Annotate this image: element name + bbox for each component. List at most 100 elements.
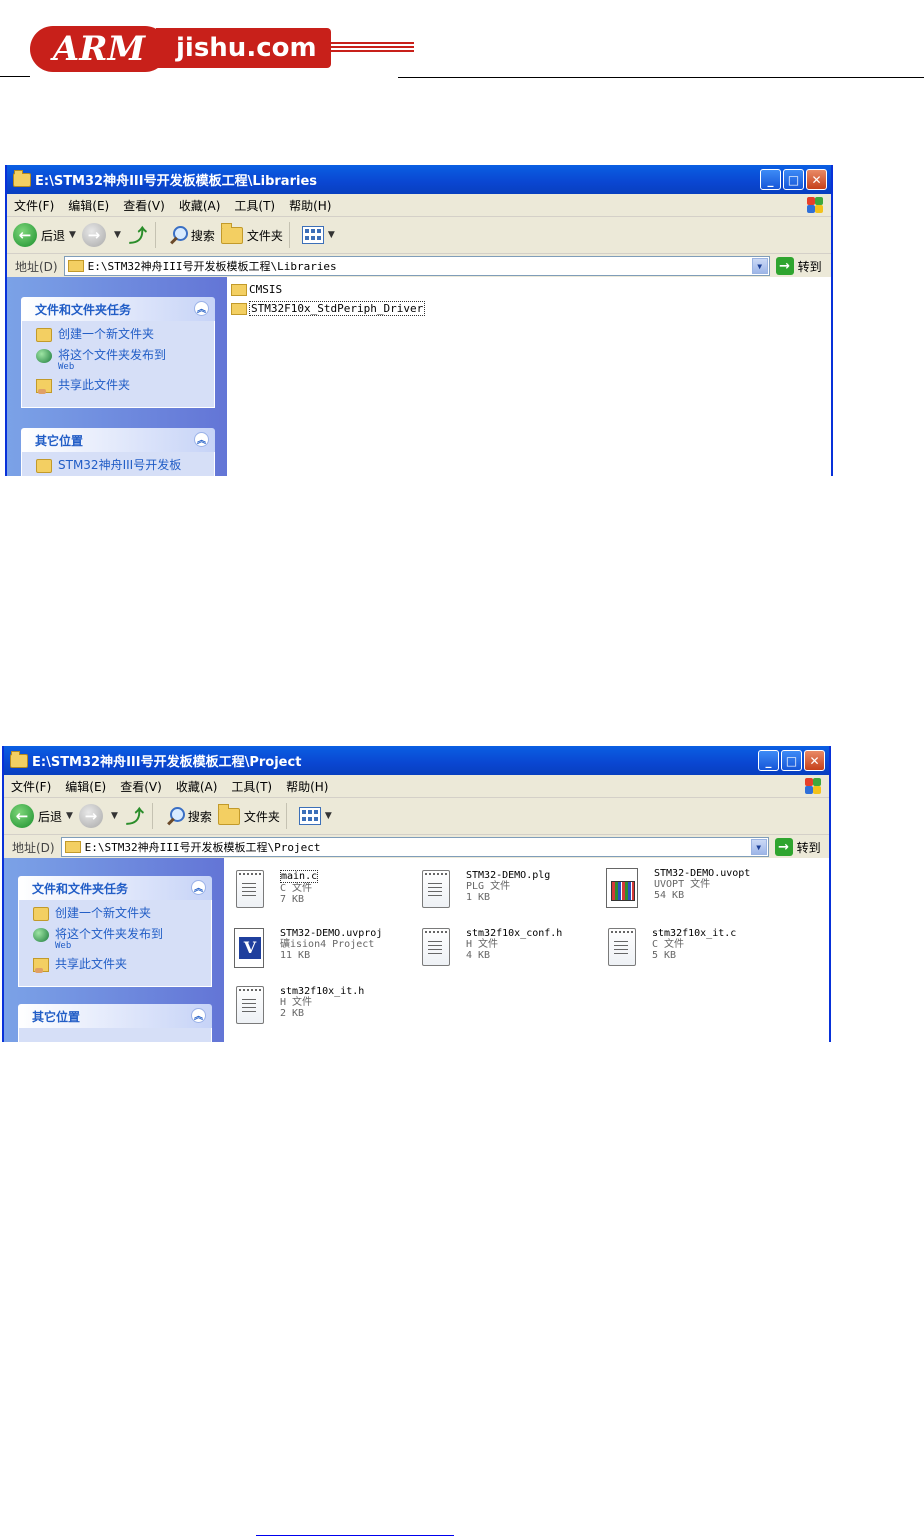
file-tile[interactable]: stm32f10x_it.c C 文件 5 KB — [608, 928, 736, 966]
file-tasks-header[interactable]: 文件和文件夹任务 ︽ — [18, 876, 212, 900]
address-input[interactable]: E:\STM32神舟III号开发板模板工程\Libraries ▼ — [63, 256, 770, 276]
header-rule-right — [398, 77, 924, 78]
collapse-icon[interactable]: ︽ — [194, 432, 209, 447]
task-share-folder[interactable]: 共享此文件夹 — [36, 378, 206, 394]
other-places-header[interactable]: 其它位置 ︽ — [18, 1004, 212, 1028]
menu-tools[interactable]: 工具(T) — [224, 778, 279, 795]
forward-button[interactable]: → ▼ — [81, 223, 121, 247]
menu-favorites[interactable]: 收藏(A) — [172, 197, 228, 214]
file-tile[interactable]: stm32f10x_it.h H 文件 2 KB — [236, 986, 364, 1024]
back-dropdown-icon[interactable]: ▼ — [69, 230, 76, 240]
collapse-icon[interactable]: ︽ — [194, 301, 209, 316]
minimize-button[interactable]: _ — [760, 169, 781, 190]
title-bar[interactable]: E:\STM32神舟III号开发板模板工程\Project _ □ ✕ — [4, 746, 829, 775]
go-button[interactable]: → 转到 — [775, 257, 822, 275]
address-bar: 地址(D) E:\STM32神舟III号开发板模板工程\Project ▼ → … — [4, 835, 829, 860]
menu-tools[interactable]: 工具(T) — [227, 197, 282, 214]
task-new-folder[interactable]: 创建一个新文件夹 — [36, 327, 206, 342]
toolbar-separator — [288, 222, 290, 248]
menu-help[interactable]: 帮助(H) — [282, 197, 338, 214]
search-label: 搜索 — [190, 228, 215, 243]
address-input[interactable]: E:\STM32神舟III号开发板模板工程\Project ▼ — [60, 837, 769, 857]
other-place-item[interactable]: STM32神舟III号开发板 — [36, 458, 206, 473]
collapse-icon[interactable]: ︽ — [191, 1008, 206, 1023]
forward-dropdown-icon[interactable]: ▼ — [114, 230, 121, 240]
menu-edit[interactable]: 编辑(E) — [58, 778, 113, 795]
file-tile[interactable]: STM32-DEMO.uvopt UVOPT 文件 54 KB — [606, 868, 750, 908]
forward-button[interactable]: → ▼ — [78, 804, 118, 828]
task-new-folder[interactable]: 创建一个新文件夹 — [33, 906, 203, 921]
explorer-window-project: E:\STM32神舟III号开发板模板工程\Project _ □ ✕ 文件(F… — [2, 746, 831, 1042]
menu-edit[interactable]: 编辑(E) — [61, 197, 116, 214]
chevron-down-icon[interactable]: ▼ — [751, 258, 768, 274]
views-button[interactable]: ▼ — [301, 226, 335, 244]
back-button[interactable]: ← 后退 ▼ — [10, 804, 73, 828]
task-publish-web[interactable]: 将这个文件夹发布到 Web — [36, 348, 206, 372]
task-share-folder[interactable]: 共享此文件夹 — [33, 957, 203, 973]
toolbar: ← 后退 ▼ → ▼ ⤴ 搜索 文件夹 ▼ — [4, 798, 829, 835]
folders-label: 文件夹 — [246, 228, 283, 243]
file-tile[interactable]: STM32-DEMO.plg PLG 文件 1 KB — [422, 870, 550, 908]
folder-icon — [231, 283, 247, 296]
maximize-button[interactable]: □ — [781, 750, 802, 771]
footer-link-underline[interactable] — [256, 1535, 454, 1536]
views-icon — [301, 226, 324, 244]
back-arrow-icon: ← — [10, 804, 34, 828]
views-button[interactable]: ▼ — [298, 807, 332, 825]
folders-icon — [217, 803, 240, 825]
menu-file[interactable]: 文件(F) — [7, 197, 61, 214]
task-publish-web[interactable]: 将这个文件夹发布到 Web — [33, 927, 203, 951]
folders-button[interactable]: 文件夹 — [217, 803, 280, 825]
other-places-header[interactable]: 其它位置 ︽ — [21, 428, 215, 452]
maximize-button[interactable]: □ — [783, 169, 804, 190]
menu-file[interactable]: 文件(F) — [4, 778, 58, 795]
back-dropdown-icon[interactable]: ▼ — [66, 811, 73, 821]
go-arrow-icon: → — [774, 838, 793, 856]
views-dropdown-icon: ▼ — [327, 230, 335, 240]
back-button[interactable]: ← 后退 ▼ — [13, 223, 76, 247]
file-tile[interactable]: STM32-DEMO.uvproj 礦ision4 Project 11 KB — [234, 928, 382, 968]
file-tile[interactable]: main.c C 文件 7 KB — [236, 870, 319, 908]
forward-dropdown-icon[interactable]: ▼ — [111, 811, 118, 821]
globe-icon — [36, 349, 52, 363]
windows-logo-icon — [803, 777, 821, 795]
share-folder-icon — [33, 958, 49, 973]
folder-item-cmsis[interactable]: CMSIS — [231, 283, 282, 296]
back-arrow-icon: ← — [13, 223, 37, 247]
menu-view[interactable]: 查看(V) — [113, 778, 169, 795]
file-tasks-header[interactable]: 文件和文件夹任务 ︽ — [21, 297, 215, 321]
address-value: E:\STM32神舟III号开发板模板工程\Project — [84, 841, 321, 854]
c-file-icon — [236, 870, 264, 908]
go-label: 转到 — [797, 259, 822, 274]
collapse-icon[interactable]: ︽ — [191, 880, 206, 895]
minimize-button[interactable]: _ — [758, 750, 779, 771]
menu-help[interactable]: 帮助(H) — [279, 778, 335, 795]
logo-text: jishu.com — [156, 28, 331, 68]
share-folder-icon — [36, 379, 52, 394]
address-bar: 地址(D) E:\STM32神舟III号开发板模板工程\Libraries ▼ … — [7, 254, 831, 279]
search-button[interactable]: 搜索 — [165, 806, 212, 826]
menu-view[interactable]: 查看(V) — [116, 197, 172, 214]
window-title: E:\STM32神舟III号开发板模板工程\Libraries — [35, 174, 317, 189]
folders-label: 文件夹 — [243, 809, 280, 824]
folders-button[interactable]: 文件夹 — [220, 222, 283, 244]
up-folder-button[interactable]: ⤴ — [124, 805, 146, 828]
search-button[interactable]: 搜索 — [168, 225, 215, 245]
search-icon — [168, 225, 188, 245]
close-button[interactable]: ✕ — [804, 750, 825, 771]
back-label: 后退 — [38, 809, 63, 824]
up-folder-icon: ⤴ — [128, 226, 147, 247]
folder-icon — [13, 169, 31, 187]
close-button[interactable]: ✕ — [806, 169, 827, 190]
title-bar[interactable]: E:\STM32神舟III号开发板模板工程\Libraries _ □ ✕ — [7, 165, 831, 194]
file-tile-pane: main.c C 文件 7 KB STM32-DEMO.plg PLG 文件 1… — [224, 858, 829, 1042]
folder-item-stdperiph-driver[interactable]: STM32F10x_StdPeriph_Driver — [231, 301, 426, 316]
go-button[interactable]: → 转到 — [774, 838, 821, 856]
up-folder-button[interactable]: ⤴ — [127, 224, 149, 247]
chevron-down-icon[interactable]: ▼ — [750, 839, 767, 855]
content-area: 文件和文件夹任务 ︽ 创建一个新文件夹 将这个文件夹发布到Web 共享此文件夹 — [4, 858, 829, 1042]
other-places-panel: 其它位置 ︽ — [18, 1004, 212, 1042]
menu-favorites[interactable]: 收藏(A) — [169, 778, 225, 795]
go-arrow-icon: → — [775, 257, 794, 275]
file-tile[interactable]: stm32f10x_conf.h H 文件 4 KB — [422, 928, 562, 966]
